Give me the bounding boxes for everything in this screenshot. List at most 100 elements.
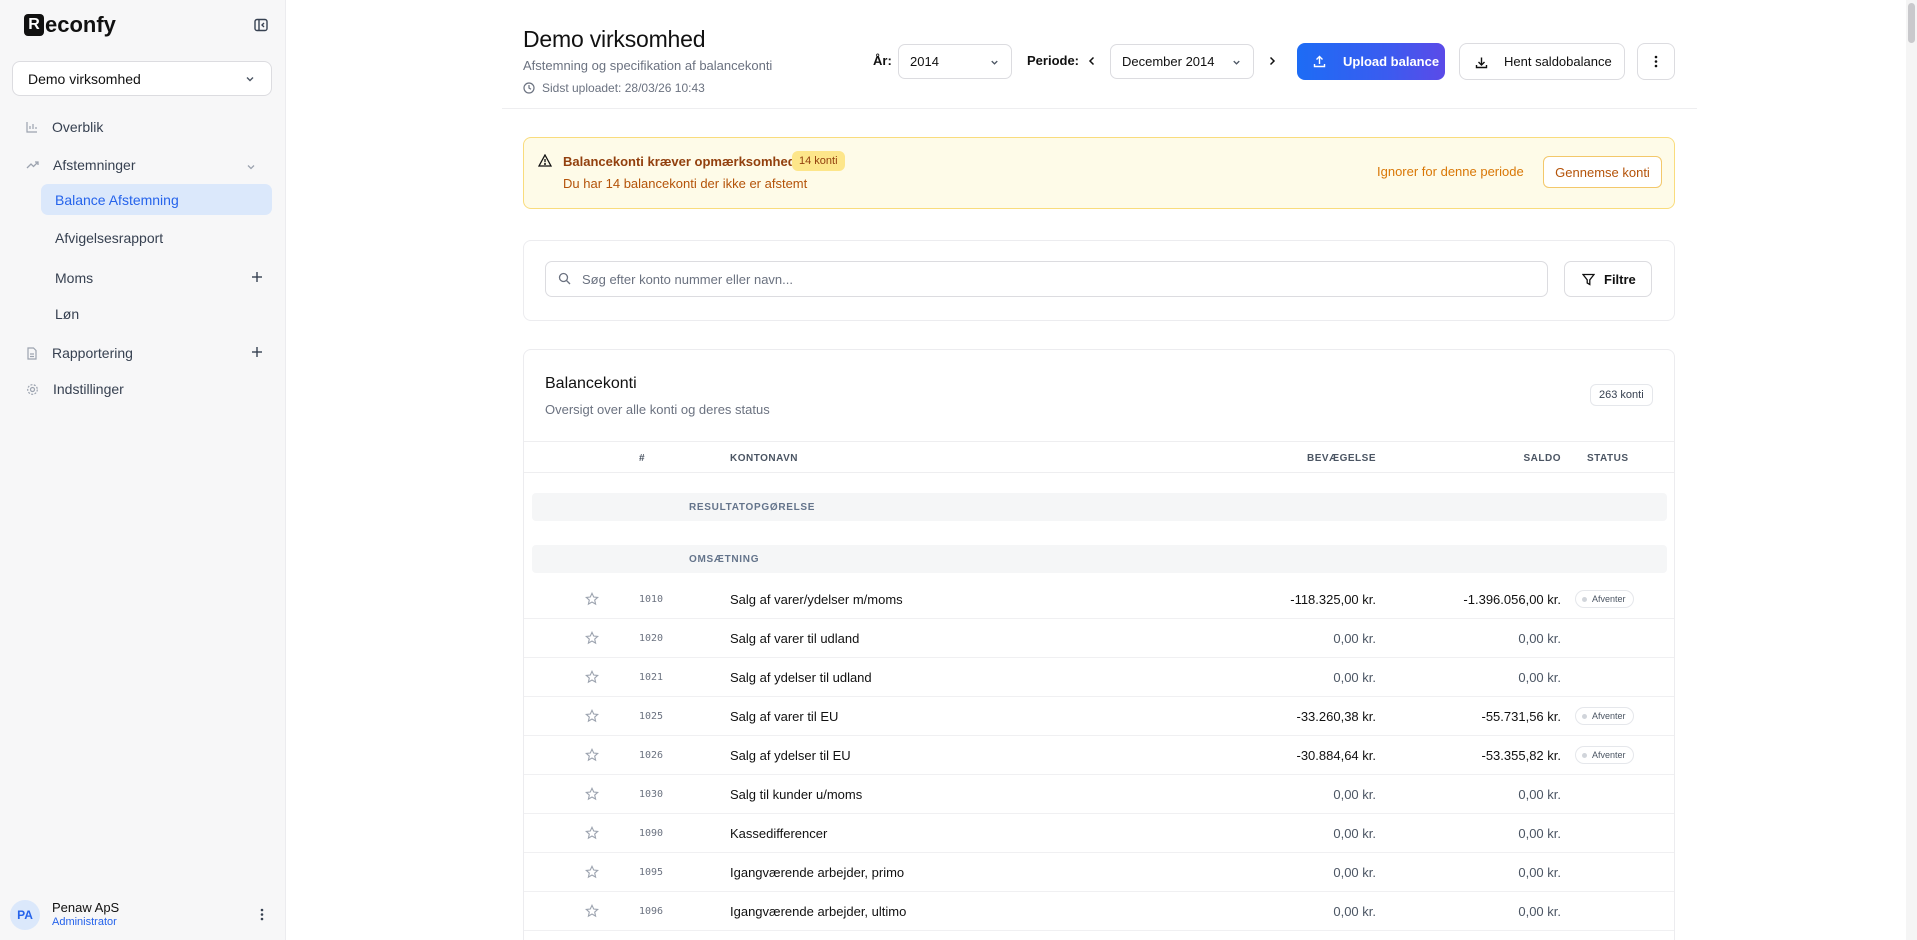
nav-deviation-report[interactable]: Afvigelsesrapport (41, 222, 272, 253)
status-badge: Afventer (1575, 707, 1634, 725)
period-label: Periode: (1027, 53, 1080, 68)
table-row[interactable]: 1020 Salg af varer til udland 0,00 kr. 0,00… (524, 619, 1674, 658)
table-row[interactable]: 1090 Kassedifferencer 0,00 kr. 0,00 kr. (524, 814, 1674, 853)
col-number[interactable]: # (639, 453, 645, 464)
year-label: År: (873, 53, 892, 68)
sidebar-collapse-icon[interactable] (253, 17, 269, 33)
account-number: 1030 (639, 789, 664, 800)
download-icon (1475, 57, 1488, 69)
account-search-input[interactable] (545, 261, 1548, 297)
more-vertical-icon[interactable] (260, 908, 264, 921)
plus-icon[interactable] (251, 271, 263, 283)
col-balance[interactable]: SALDO (1524, 453, 1562, 464)
period-select[interactable]: December 2014 (1110, 44, 1254, 79)
star-icon[interactable] (585, 787, 599, 801)
star-icon[interactable] (585, 631, 599, 645)
review-accounts-button[interactable]: Gennemse konti (1543, 156, 1662, 188)
star-icon[interactable] (585, 592, 599, 606)
table-row[interactable]: 1030 Salg til kunder u/moms 0,00 kr. 0,00 k… (524, 775, 1674, 814)
star-icon[interactable] (585, 670, 599, 684)
account-movement: 0,00 kr. (1333, 787, 1376, 802)
ignore-period-link[interactable]: Ignorer for denne periode (1377, 164, 1524, 179)
account-balance: -55.731,56 kr. (1481, 709, 1562, 724)
scrollbar-thumb[interactable] (1908, 3, 1915, 43)
user-role: Administrator (52, 916, 117, 928)
nav-deviation-report-label: Afvigelsesrapport (55, 229, 164, 246)
nav-reporting[interactable]: Rapportering (26, 345, 133, 361)
table-row[interactable]: 1025 Salg af varer til EU -33.260,38 kr. -5… (524, 697, 1674, 736)
account-number: 1020 (639, 633, 664, 644)
account-name: Salg af ydelser til udland (730, 670, 872, 685)
account-number: 1025 (639, 711, 664, 722)
last-upload-text: Sidst uploadet: 28/03/26 10:43 (542, 81, 705, 95)
table-row[interactable]: 1010 Salg af varer/ydelser m/moms -118.325… (524, 580, 1674, 619)
table-row[interactable]: 1095 Igangværende arbejder, primo 0,00 kr.… (524, 853, 1674, 892)
table-row[interactable]: 1021 Salg af ydelser til udland 0,00 kr. 0,… (524, 658, 1674, 697)
attention-alert: Balancekonti kræver opmærksomhed 14 kont… (523, 137, 1675, 209)
table-row[interactable]: 1026 Salg af ydelser til EU -30.884,64 kr.… (524, 736, 1674, 775)
alert-description: Du har 14 balancekonti der ikke er afste… (563, 176, 808, 191)
account-movement: -30.884,64 kr. (1296, 748, 1377, 763)
chevron-down-icon[interactable] (245, 161, 257, 173)
alert-count-badge: 14 konti (792, 151, 845, 171)
company-select[interactable]: Demo virksomhed (12, 61, 272, 96)
upload-balance-button[interactable]: Upload balance (1297, 43, 1445, 80)
year-select[interactable]: 2014 (898, 44, 1012, 79)
account-movement: 0,00 kr. (1333, 904, 1376, 919)
last-upload: Sidst uploadet: 28/03/26 10:43 (523, 81, 705, 95)
star-icon[interactable] (585, 748, 599, 762)
star-icon[interactable] (585, 865, 599, 879)
account-balance: 0,00 kr. (1518, 787, 1561, 802)
group-label: OMSÆTNING (689, 554, 760, 565)
account-name: Salg af ydelser til EU (730, 748, 851, 763)
user-name: Penaw ApS (52, 900, 120, 915)
account-balance: 0,00 kr. (1518, 904, 1561, 919)
reconfy-logo[interactable]: R econfy (24, 12, 116, 38)
page-subtitle: Afstemning og specifikation af balanceko… (523, 58, 773, 73)
user-profile[interactable]: PA Penaw ApS Administrator (10, 898, 276, 932)
account-number: 1096 (639, 906, 664, 917)
page-title: Demo virksomhed (523, 26, 706, 52)
period-select-value: December 2014 (1122, 54, 1215, 69)
table-subtitle: Oversigt over alle konti og deres status (545, 402, 770, 417)
nav-reconciliations-label: Afstemninger (53, 157, 136, 173)
filter-button[interactable]: Filtre (1564, 261, 1652, 297)
nav-overview[interactable]: Overblik (26, 119, 103, 135)
avatar: PA (10, 900, 40, 930)
table-title: Balancekonti (545, 375, 637, 392)
account-name: Salg af varer til EU (730, 709, 839, 724)
star-icon[interactable] (585, 904, 599, 918)
trending-up-icon (26, 161, 39, 169)
chevron-right-icon[interactable] (1266, 55, 1278, 67)
account-balance: 0,00 kr. (1518, 631, 1561, 646)
star-icon[interactable] (585, 709, 599, 723)
nav-balance-reconciliation-label: Balance Afstemning (55, 191, 179, 208)
table-row[interactable]: 1096 Igangværende arbejder, ultimo 0,00 kr… (524, 892, 1674, 931)
nav-vat[interactable]: Moms (41, 262, 272, 293)
account-name: Kassedifferencer (730, 826, 828, 841)
star-icon[interactable] (585, 826, 599, 840)
upload-balance-label: Upload balance (1343, 54, 1440, 69)
account-balance: -53.355,82 kr. (1481, 748, 1562, 763)
col-status[interactable]: STATUS (1587, 453, 1629, 464)
chevron-left-icon[interactable] (1086, 55, 1098, 67)
status-badge: Afventer (1575, 746, 1634, 764)
search-card: Filtre (523, 240, 1675, 321)
plus-icon[interactable] (251, 346, 263, 358)
company-select-value: Demo virksomhed (28, 70, 141, 87)
more-options-button[interactable] (1637, 43, 1675, 80)
account-number: 1010 (639, 594, 664, 605)
col-movement[interactable]: BEVÆGELSE (1307, 453, 1376, 464)
fetch-trial-balance-button[interactable]: Hent saldobalance (1459, 43, 1625, 80)
nav-balance-reconciliation[interactable]: Balance Afstemning (41, 184, 272, 215)
scrollbar[interactable] (1906, 0, 1917, 940)
nav-reconciliations[interactable]: Afstemninger (26, 157, 135, 173)
account-movement: 0,00 kr. (1333, 826, 1376, 841)
account-balance: -1.396.056,00 kr. (1463, 592, 1561, 607)
group-row-revenue: OMSÆTNING (532, 545, 1667, 573)
col-account-name[interactable]: KONTONAVN (730, 453, 798, 464)
nav-payroll[interactable]: Løn (41, 298, 272, 329)
chevron-down-icon (1233, 60, 1240, 65)
nav-settings[interactable]: Indstillinger (26, 381, 124, 397)
chevron-down-icon (991, 60, 998, 65)
